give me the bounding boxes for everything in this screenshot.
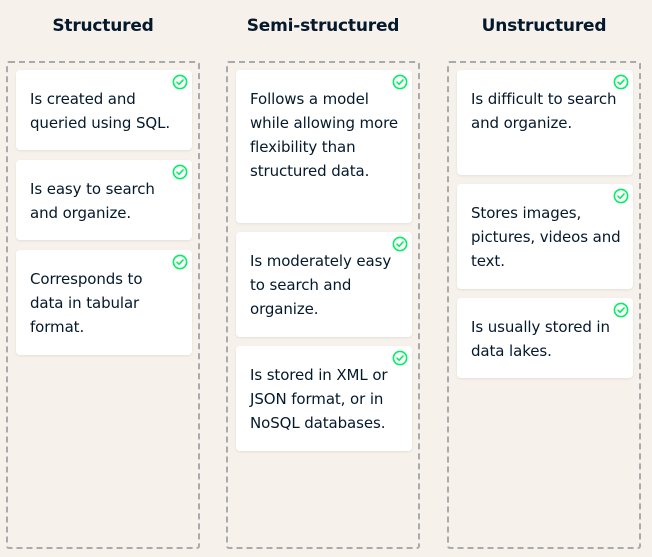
card-text: Is moderately easy to search and organiz…	[250, 252, 392, 318]
card-text: Is easy to search and organize.	[30, 180, 155, 222]
answer-card[interactable]: Is difficult to search and organize.	[457, 70, 633, 175]
column-title: Unstructured	[481, 16, 607, 36]
card-text: Follows a model while allowing more flex…	[250, 90, 398, 180]
answer-card[interactable]: Is usually stored in data lakes.	[457, 298, 633, 378]
card-text: Is difficult to search and organize.	[471, 90, 617, 132]
check-circle-icon	[613, 302, 629, 318]
card-text: Is usually stored in data lakes.	[471, 318, 610, 360]
check-circle-icon	[392, 74, 408, 90]
answer-card[interactable]: Is easy to search and organize.	[16, 160, 192, 240]
check-circle-icon	[613, 188, 629, 204]
answer-card[interactable]: Is stored in XML or JSON format, or in N…	[236, 346, 412, 451]
check-circle-icon	[613, 74, 629, 90]
answer-card[interactable]: Stores images, pictures, videos and text…	[457, 184, 633, 289]
answer-card[interactable]: Is created and queried using SQL.	[16, 70, 192, 150]
column-title: Structured	[52, 16, 154, 36]
answer-card[interactable]: Is moderately easy to search and organiz…	[236, 232, 412, 337]
dropzone-semi-structured[interactable]: Follows a model while allowing more flex…	[226, 61, 420, 549]
check-circle-icon	[392, 350, 408, 366]
column-title: Semi-structured	[246, 16, 400, 36]
check-circle-icon	[392, 236, 408, 252]
check-circle-icon	[172, 254, 188, 270]
card-text: Is created and queried using SQL.	[30, 90, 171, 132]
dropzone-structured[interactable]: Is created and queried using SQL. Is eas…	[6, 61, 200, 549]
check-circle-icon	[172, 164, 188, 180]
card-text: Corresponds to data in tabular format.	[30, 270, 143, 336]
card-text: Is stored in XML or JSON format, or in N…	[250, 366, 388, 432]
answer-card[interactable]: Corresponds to data in tabular format.	[16, 250, 192, 355]
check-circle-icon	[172, 74, 188, 90]
dropzone-unstructured[interactable]: Is difficult to search and organize. Sto…	[447, 61, 641, 549]
answer-card[interactable]: Follows a model while allowing more flex…	[236, 70, 412, 223]
card-text: Stores images, pictures, videos and text…	[471, 204, 621, 270]
